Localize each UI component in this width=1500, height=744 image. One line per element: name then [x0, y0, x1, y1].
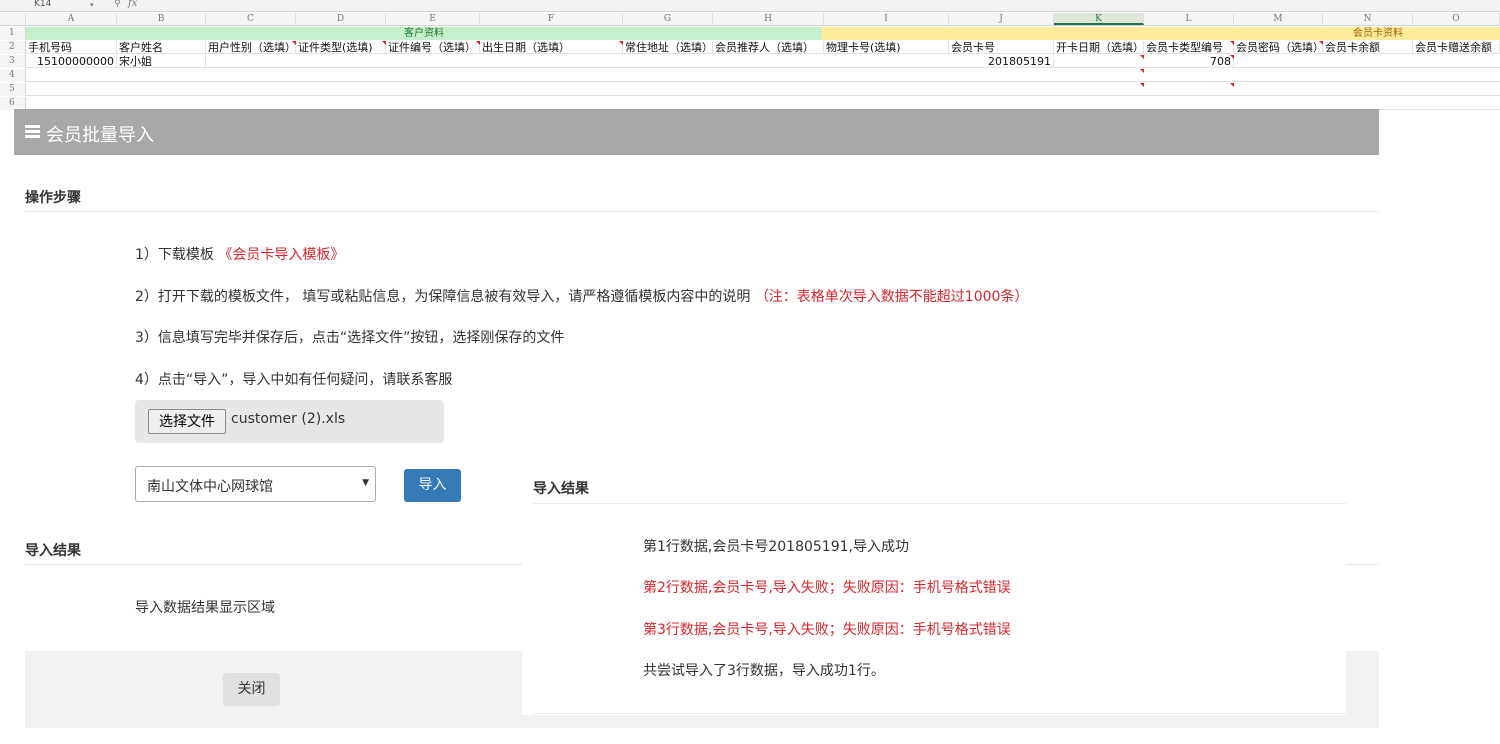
row-number[interactable]: 1	[0, 27, 26, 40]
result-placeholder: 导入数据结果显示区域	[135, 600, 275, 616]
row-number[interactable]: 2	[0, 41, 26, 54]
header-cell[interactable]: 会员推荐人（选填）	[713, 41, 824, 54]
comment-marker	[619, 41, 623, 45]
import-results-panel: 导入结果 第1行数据,会员卡号201805191,导入成功 第2行数据,会员卡号…	[522, 466, 1346, 715]
venue-select[interactable]: 南山文体中心网球馆 ▼	[135, 466, 376, 502]
col-header-e[interactable]: E	[386, 13, 480, 25]
selected-file-name: customer (2).xls	[231, 411, 346, 427]
result-line-1: 第1行数据,会员卡号201805191,导入成功	[643, 539, 909, 555]
header-cell[interactable]: 常住地址（选填）	[623, 41, 713, 54]
header-cell[interactable]: 会员卡余额	[1323, 41, 1413, 54]
step-1: 1）下载模板 《会员卡导入模板》	[135, 244, 344, 264]
header-cell[interactable]: 会员卡赠送余额	[1413, 41, 1500, 54]
template-download-link[interactable]: 《会员卡导入模板》	[218, 247, 344, 263]
header-cell[interactable]: 证件类型(选填)	[296, 41, 386, 54]
sheet-row-2: 2 手机号码 客户姓名 用户性别（选填） 证件类型(选填) 证件编号（选填） 出…	[0, 41, 1500, 54]
comment-marker	[1140, 69, 1144, 73]
result-summary: 共尝试导入了3行数据，导入成功1行。	[643, 663, 885, 679]
step-3: 3）信息填写完毕并保存后，点击“选择文件”按钮，选择刚保存的文件	[135, 330, 565, 346]
card-number-cell[interactable]: 201805191	[949, 55, 1054, 68]
comment-marker	[1140, 55, 1144, 59]
namebox-dropdown-icon[interactable]: ▾	[90, 1, 94, 9]
import-button[interactable]: 导入	[404, 469, 461, 502]
col-header-i[interactable]: I	[824, 13, 949, 25]
card-type-cell[interactable]: 708	[1144, 55, 1234, 68]
comment-marker	[1230, 55, 1234, 59]
phone-cell[interactable]: 15100000000	[26, 55, 117, 68]
col-header-g[interactable]: G	[623, 13, 713, 25]
header-cell[interactable]: 证件编号（选填）	[386, 41, 480, 54]
caret-down-icon: ▼	[362, 478, 369, 488]
col-header-h[interactable]: H	[713, 13, 824, 25]
spreadsheet-background: K14 ▾ ⚲ fx A B C D E F G H I J K L M N O…	[0, 0, 1500, 120]
row-number[interactable]: 5	[0, 83, 26, 96]
step-4: 4）点击“导入”，导入中如有任何疑问，请联系客服	[135, 372, 453, 388]
divider	[533, 503, 1346, 504]
zoom-icon: ⚲	[114, 0, 121, 9]
header-cell[interactable]: 手机号码	[26, 41, 117, 54]
header-cell[interactable]: 物理卡号(选填)	[824, 41, 949, 54]
header-cell[interactable]: 会员卡号	[949, 41, 1054, 54]
corner-cell[interactable]	[0, 13, 26, 25]
comment-marker	[1319, 41, 1323, 45]
result-line-2: 第2行数据,会员卡号,导入失败；失败原因：手机号格式错误	[643, 580, 1011, 596]
results-panel-title: 导入结果	[533, 481, 589, 497]
row-number[interactable]: 3	[0, 55, 26, 68]
modal-title: 会员批量导入	[46, 125, 154, 146]
formula-bar: K14 ▾ ⚲ fx	[0, 0, 1500, 12]
header-cell[interactable]: 会员卡类型编号	[1144, 41, 1234, 54]
divider	[533, 713, 1346, 714]
modal-header: 会员批量导入	[14, 109, 1379, 155]
step-2: 2）打开下载的模板文件， 填写或粘贴信息，为保障信息被有效导入，请严格遵循模板内…	[135, 286, 1028, 306]
name-cell[interactable]: 宋小姐	[117, 55, 206, 68]
namebox[interactable]: K14	[0, 0, 98, 10]
comment-marker	[1230, 83, 1234, 87]
col-header-o[interactable]: O	[1413, 13, 1500, 25]
steps-title: 操作步骤	[25, 190, 81, 206]
step-1-text: 1）下载模板	[135, 247, 214, 263]
row-number[interactable]: 4	[0, 69, 26, 82]
result-title: 导入结果	[25, 543, 81, 559]
comment-marker	[292, 41, 296, 45]
col-header-l[interactable]: L	[1144, 13, 1234, 25]
header-cell[interactable]: 出生日期（选填）	[480, 41, 623, 54]
col-header-f[interactable]: F	[480, 13, 623, 25]
header-cell[interactable]: 用户性别（选填）	[206, 41, 296, 54]
sheet-row-4: 4	[0, 69, 1500, 82]
col-header-d[interactable]: D	[296, 13, 386, 25]
header-cell[interactable]: 开卡日期（选填）	[1054, 41, 1144, 54]
result-line-3: 第3行数据,会员卡号,导入失败；失败原因：手机号格式错误	[643, 622, 1011, 638]
col-header-k[interactable]: K	[1054, 13, 1144, 25]
fx-label: fx	[128, 0, 138, 9]
header-cell[interactable]: 客户姓名	[117, 41, 206, 54]
group-header-card: 会员卡资料	[1353, 28, 1403, 39]
comment-marker	[382, 41, 386, 45]
col-header-n[interactable]: N	[1323, 13, 1413, 25]
comment-marker	[1140, 83, 1144, 87]
col-header-b[interactable]: B	[117, 13, 206, 25]
sheet-row-1: 1 客户资料 会员卡资料	[0, 27, 1500, 40]
column-headers: A B C D E F G H I J K L M N O	[0, 13, 1500, 26]
menu-icon	[25, 125, 40, 138]
comment-marker	[476, 41, 480, 45]
close-button[interactable]: 关闭	[223, 673, 280, 706]
venue-select-value: 南山文体中心网球馆	[147, 479, 273, 495]
step-2-text: 2）打开下载的模板文件， 填写或粘贴信息，为保障信息被有效导入，请严格遵循模板内…	[135, 289, 751, 305]
col-header-c[interactable]: C	[206, 13, 296, 25]
sheet-row-5: 5	[0, 83, 1500, 96]
divider	[25, 211, 1379, 212]
sheet-row-3: 3 15100000000 宋小姐 201805191 708	[0, 55, 1500, 68]
choose-file-button[interactable]: 选择文件	[148, 409, 226, 434]
header-cell[interactable]: 会员密码（选填）	[1234, 41, 1323, 54]
file-picker: 选择文件 customer (2).xls	[135, 400, 444, 443]
group-header-customer[interactable]: 客户资料	[26, 27, 822, 40]
col-header-a[interactable]: A	[26, 13, 117, 25]
col-header-m[interactable]: M	[1234, 13, 1323, 25]
step-2-note: （注：表格单次导入数据不能超过1000条）	[754, 289, 1029, 305]
col-header-j[interactable]: J	[949, 13, 1054, 25]
comment-marker	[1230, 41, 1234, 45]
